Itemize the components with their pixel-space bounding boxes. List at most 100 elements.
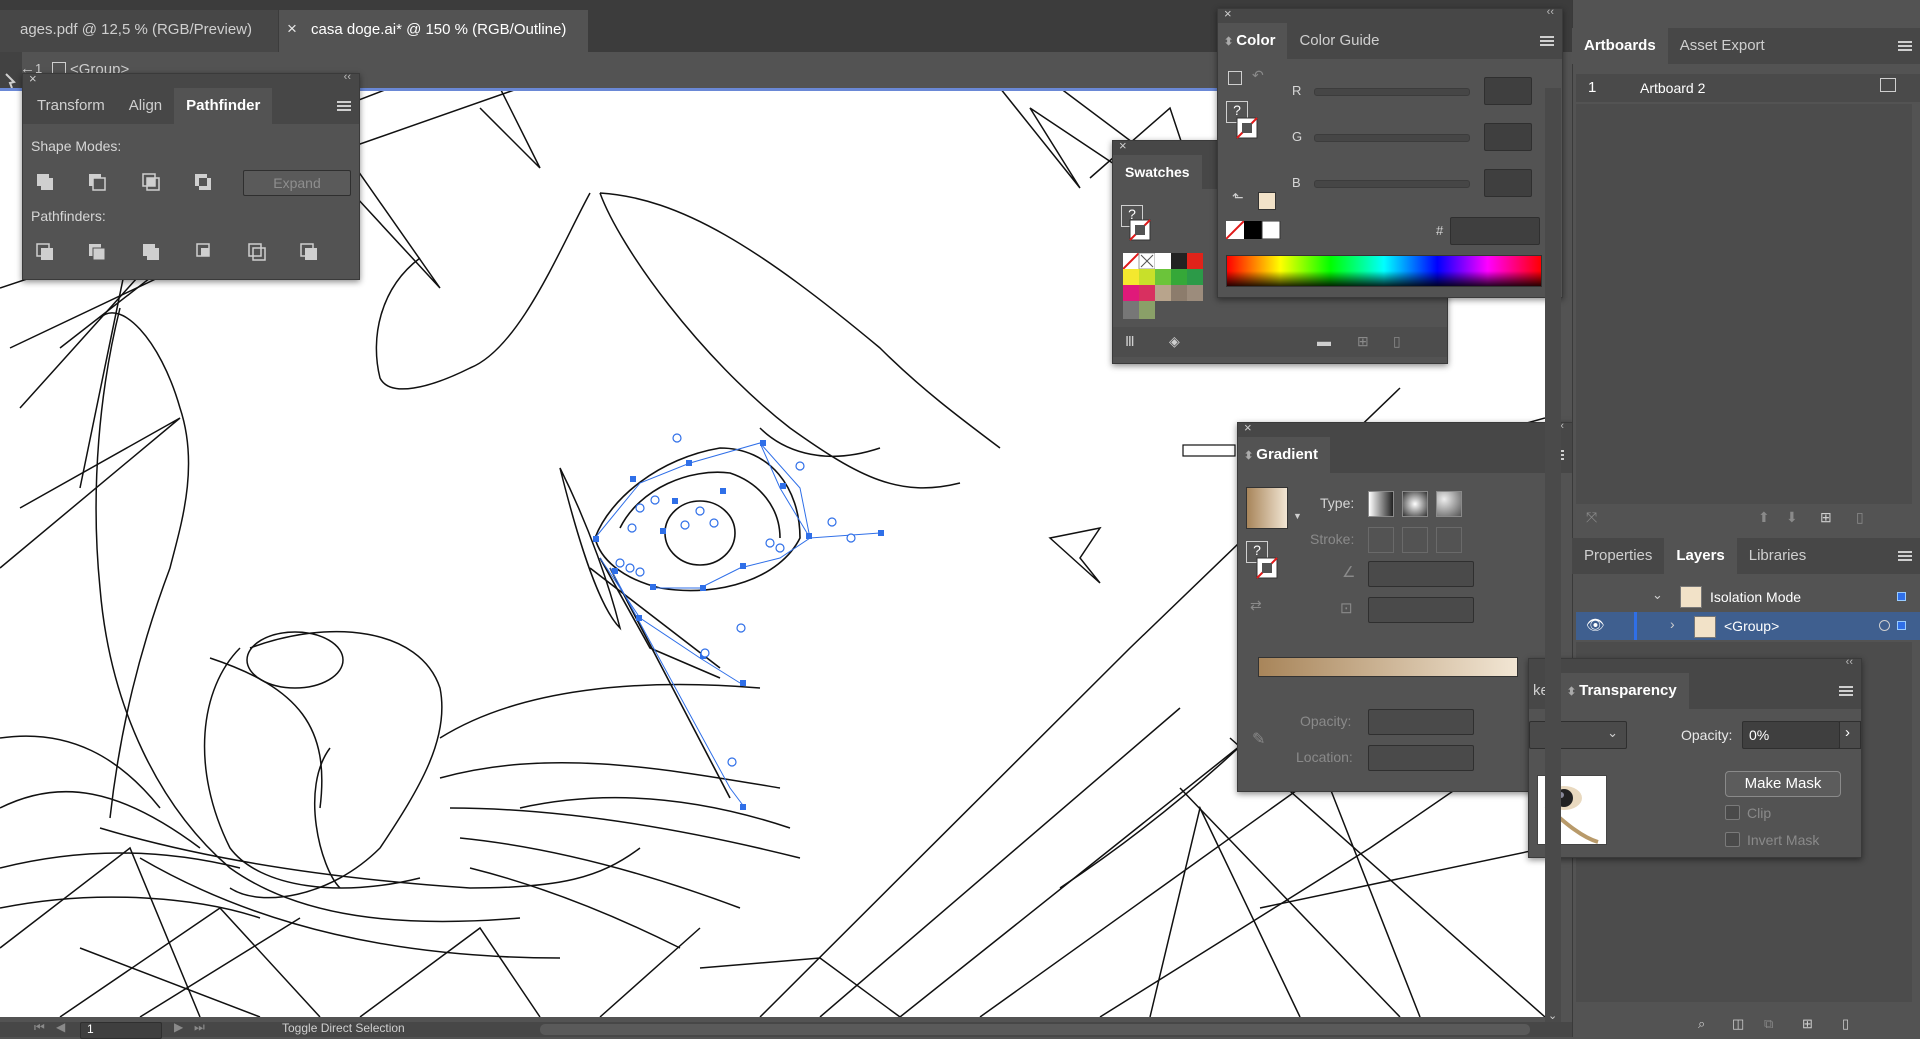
aspect-ratio-field[interactable] xyxy=(1368,597,1474,623)
r-value-field[interactable] xyxy=(1484,77,1532,105)
locate-object-icon[interactable]: ⌕ xyxy=(1698,1016,1705,1032)
layer-row-group[interactable]: 👁 › <Group> xyxy=(1576,612,1920,640)
new-artboard-icon[interactable]: ⊞ xyxy=(1820,509,1832,526)
pathfinder-buttons[interactable] xyxy=(33,240,353,266)
tab-swatches[interactable]: Swatches xyxy=(1113,155,1202,189)
show-kinds-icon[interactable]: ◈ xyxy=(1169,333,1180,350)
last-color-swatch[interactable] xyxy=(1258,192,1276,210)
b-slider[interactable] xyxy=(1314,180,1470,188)
r-slider[interactable] xyxy=(1314,88,1470,96)
chevron-down-icon[interactable]: ⌄ xyxy=(1652,587,1663,603)
g-value-field[interactable] xyxy=(1484,123,1532,151)
radial-gradient-button[interactable] xyxy=(1402,491,1428,517)
tab-gradient[interactable]: ⬍ Gradient xyxy=(1238,437,1330,473)
last-page-icon[interactable]: ⏭ xyxy=(194,1020,205,1035)
clip-checkbox[interactable] xyxy=(1725,805,1740,820)
opacity-stepper[interactable]: › xyxy=(1839,721,1861,749)
panel-menu-icon[interactable] xyxy=(1898,41,1912,51)
panel-header[interactable]: ×‹‹ xyxy=(1218,6,1562,23)
delete-artboard-icon[interactable]: ▯ xyxy=(1856,509,1864,526)
panel-header[interactable]: × ‹‹ xyxy=(23,71,359,88)
panel-menu-icon[interactable] xyxy=(1540,36,1554,46)
panel-header[interactable]: ‹‹ xyxy=(1529,656,1861,673)
gradient-opacity-field[interactable] xyxy=(1368,709,1474,735)
blend-mode-dropdown[interactable]: ⌄ xyxy=(1529,721,1627,749)
tab-color-guide[interactable]: Color Guide xyxy=(1287,23,1391,59)
target-icon[interactable] xyxy=(1879,620,1890,631)
make-mask-button[interactable]: Make Mask xyxy=(1725,771,1841,797)
linear-gradient-button[interactable] xyxy=(1368,491,1394,517)
panel-menu-icon[interactable] xyxy=(1898,551,1912,561)
artboard-options-icon[interactable] xyxy=(1880,78,1896,92)
freeform-gradient-button[interactable] xyxy=(1436,491,1462,517)
new-sublayer-icon[interactable]: ⧉ xyxy=(1764,1016,1773,1032)
panel-header[interactable]: ×‹‹ xyxy=(1238,420,1572,437)
g-slider[interactable] xyxy=(1314,134,1470,142)
angle-field[interactable] xyxy=(1368,561,1474,587)
horizontal-scrollbar[interactable] xyxy=(540,1024,1530,1035)
out-of-gamut-icon[interactable]: ⬑ xyxy=(1232,189,1244,206)
tab-libraries[interactable]: Libraries xyxy=(1737,538,1819,574)
tab-properties[interactable]: Properties xyxy=(1572,538,1664,574)
tab-pathfinder[interactable]: Pathfinder xyxy=(174,88,273,124)
chevron-right-icon[interactable]: › xyxy=(1670,616,1675,632)
panel-menu-icon[interactable] xyxy=(1839,686,1853,696)
fill-stroke-indicator[interactable]: ? xyxy=(1121,205,1151,245)
fill-stroke-indicator[interactable]: ? xyxy=(1226,101,1258,141)
tab-color[interactable]: ⬍ Color xyxy=(1218,23,1288,59)
tab-align[interactable]: Align xyxy=(117,88,174,124)
close-icon[interactable]: × xyxy=(29,71,37,86)
move-up-icon[interactable]: ⬆ xyxy=(1758,509,1770,526)
folder-icon[interactable]: ▬ xyxy=(1317,333,1331,349)
collapse-icon[interactable]: ‹‹ xyxy=(1846,656,1853,668)
swatch-libraries-icon[interactable]: Ⅲ xyxy=(1125,333,1135,350)
invert-mask-checkbox[interactable] xyxy=(1725,832,1740,847)
eye-icon[interactable]: 👁 xyxy=(1586,616,1605,634)
layer-row-isolation[interactable]: ⌄ Isolation Mode xyxy=(1576,584,1920,610)
swap-colors-icon[interactable]: ↶ xyxy=(1252,67,1264,84)
eyedropper-icon[interactable]: ✎ xyxy=(1252,729,1265,749)
none-black-white-swatches[interactable] xyxy=(1226,221,1282,239)
tab-transform[interactable]: Transform xyxy=(23,88,117,124)
gradient-slider[interactable] xyxy=(1258,657,1518,677)
gradient-preview-swatch[interactable] xyxy=(1246,487,1288,529)
artboard-row[interactable]: 1 Artboard 2 xyxy=(1576,74,1920,102)
stroke-across-button[interactable] xyxy=(1436,527,1462,553)
document-tab-active[interactable]: × casa doge.ai* @ 150 % (RGB/Outline) xyxy=(279,10,588,52)
artboard-number-field[interactable]: 1 xyxy=(80,1022,162,1039)
shape-mode-buttons[interactable] xyxy=(33,170,233,196)
tab-transparency[interactable]: ⬍ Transparency xyxy=(1560,673,1689,709)
fill-stroke-indicator[interactable]: ? xyxy=(1246,541,1278,581)
close-icon[interactable]: × xyxy=(1119,138,1127,153)
panel-menu-icon[interactable] xyxy=(337,101,351,111)
location-field[interactable] xyxy=(1368,745,1474,771)
stroke-within-button[interactable] xyxy=(1368,527,1394,553)
opacity-field[interactable]: 0% xyxy=(1742,721,1840,749)
new-layer-icon[interactable]: ⊞ xyxy=(1802,1016,1813,1032)
expand-button[interactable]: Expand xyxy=(243,170,351,196)
next-page-icon[interactable]: ▶ xyxy=(174,1020,183,1034)
delete-layer-icon[interactable]: ▯ xyxy=(1842,1016,1849,1032)
collapse-icon[interactable]: ‹‹ xyxy=(344,71,351,83)
vertical-scrollbar[interactable]: ⌄ xyxy=(1545,88,1561,1022)
close-icon[interactable]: × xyxy=(1244,420,1252,435)
collapse-icon[interactable]: ‹‹ xyxy=(1547,6,1554,18)
move-down-icon[interactable]: ⬇ xyxy=(1786,509,1798,526)
tab-asset-export[interactable]: Asset Export xyxy=(1668,28,1777,64)
default-colors-icon[interactable] xyxy=(1228,71,1242,85)
color-spectrum[interactable] xyxy=(1226,255,1542,287)
b-value-field[interactable] xyxy=(1484,169,1532,197)
prev-page-icon[interactable]: ◀ xyxy=(56,1020,65,1034)
document-tab-inactive[interactable]: ages.pdf @ 12,5 % (RGB/Preview) xyxy=(0,10,278,52)
rearrange-icon[interactable]: ⤧ xyxy=(1586,509,1597,526)
tab-layers[interactable]: Layers xyxy=(1664,538,1737,574)
hex-field[interactable] xyxy=(1450,217,1540,245)
new-swatch-icon[interactable]: ⊞ xyxy=(1357,333,1369,350)
trash-icon[interactable]: ▯ xyxy=(1393,333,1401,350)
reverse-gradient-icon[interactable]: ⇄ xyxy=(1250,597,1262,614)
first-page-icon[interactable]: ⏮ xyxy=(34,1020,45,1035)
tab-artboards[interactable]: Artboards xyxy=(1572,28,1668,64)
swatch-grid[interactable] xyxy=(1122,252,1223,319)
chevron-down-icon[interactable]: ▼ xyxy=(1293,511,1302,521)
scroll-down-icon[interactable]: ⌄ xyxy=(1548,1009,1557,1022)
